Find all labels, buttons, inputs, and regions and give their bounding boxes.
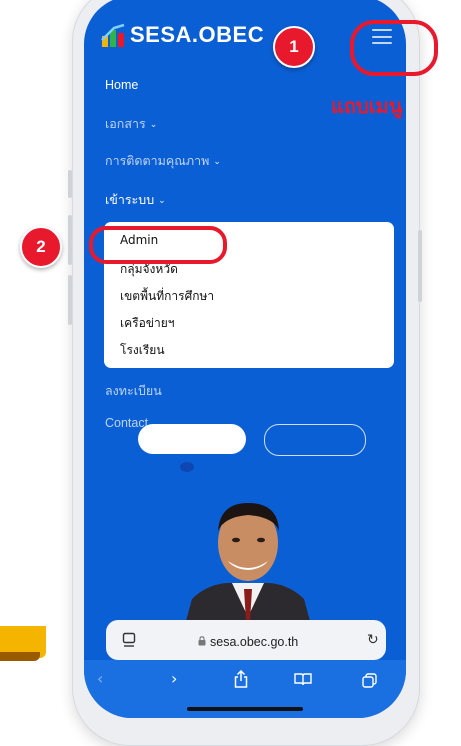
step-1-badge: 1 [273, 26, 315, 68]
phone-side-button [68, 170, 72, 198]
step-2-badge: 2 [20, 226, 62, 268]
chevron-down-icon: ⌄ [149, 119, 158, 129]
tabs-icon[interactable] [122, 632, 136, 648]
dropdown-item-school[interactable]: โรงเรียน [120, 341, 165, 360]
phone-side-button [68, 215, 72, 265]
nav-item-label: เอกสาร [105, 117, 146, 131]
chevron-down-icon: ⌄ [158, 195, 166, 205]
tab-overview-icon[interactable] [362, 673, 377, 688]
phone-side-button [418, 230, 422, 302]
menu-bar-label: แถบเมนู [331, 94, 403, 118]
home-indicator [187, 707, 303, 711]
forward-icon[interactable]: › [171, 669, 177, 688]
chevron-down-icon: ⌄ [213, 156, 221, 166]
bookmarks-icon[interactable] [294, 673, 312, 686]
dropdown-item-education-area[interactable]: เขตพื้นที่การศึกษา [120, 287, 214, 306]
nav-item-login[interactable]: เข้าระบบ ⌄ [105, 190, 166, 210]
nav-item-label: การติดตามคุณภาพ [105, 154, 210, 168]
reload-icon[interactable]: ↻ [367, 632, 379, 648]
nav-item-register[interactable]: ลงทะเบียน [105, 381, 162, 401]
dropdown-item-network[interactable]: เครือข่ายฯ [120, 314, 175, 333]
phone-side-button [68, 275, 72, 325]
nav-item-quality-tracking[interactable]: การติดตามคุณภาพ ⌄ [105, 151, 221, 171]
background-yellow-shadow [0, 652, 40, 661]
nav-item-label: Home [105, 78, 139, 92]
lock-icon [198, 636, 206, 646]
share-icon[interactable] [234, 670, 248, 688]
person-portrait-image [186, 503, 310, 621]
menu-highlight-ring [350, 20, 438, 76]
url-text: sesa.obec.go.th [210, 635, 299, 649]
site-logo[interactable]: SESA.OBEC [100, 22, 264, 48]
decorative-shape [180, 462, 194, 472]
back-icon[interactable]: ‹ [97, 669, 103, 688]
hero-button-primary[interactable] [138, 424, 246, 454]
nav-item-documents[interactable]: เอกสาร ⌄ [105, 114, 157, 134]
nav-item-home[interactable]: Home [105, 78, 138, 92]
nav-item-label: เข้าระบบ [105, 193, 155, 207]
admin-highlight-ring [89, 226, 227, 264]
site-name: SESA.OBEC [130, 22, 265, 47]
hero-button-secondary[interactable] [264, 424, 366, 456]
nav-item-label: ลงทะเบียน [105, 384, 162, 398]
logo-bars-icon [101, 23, 125, 47]
